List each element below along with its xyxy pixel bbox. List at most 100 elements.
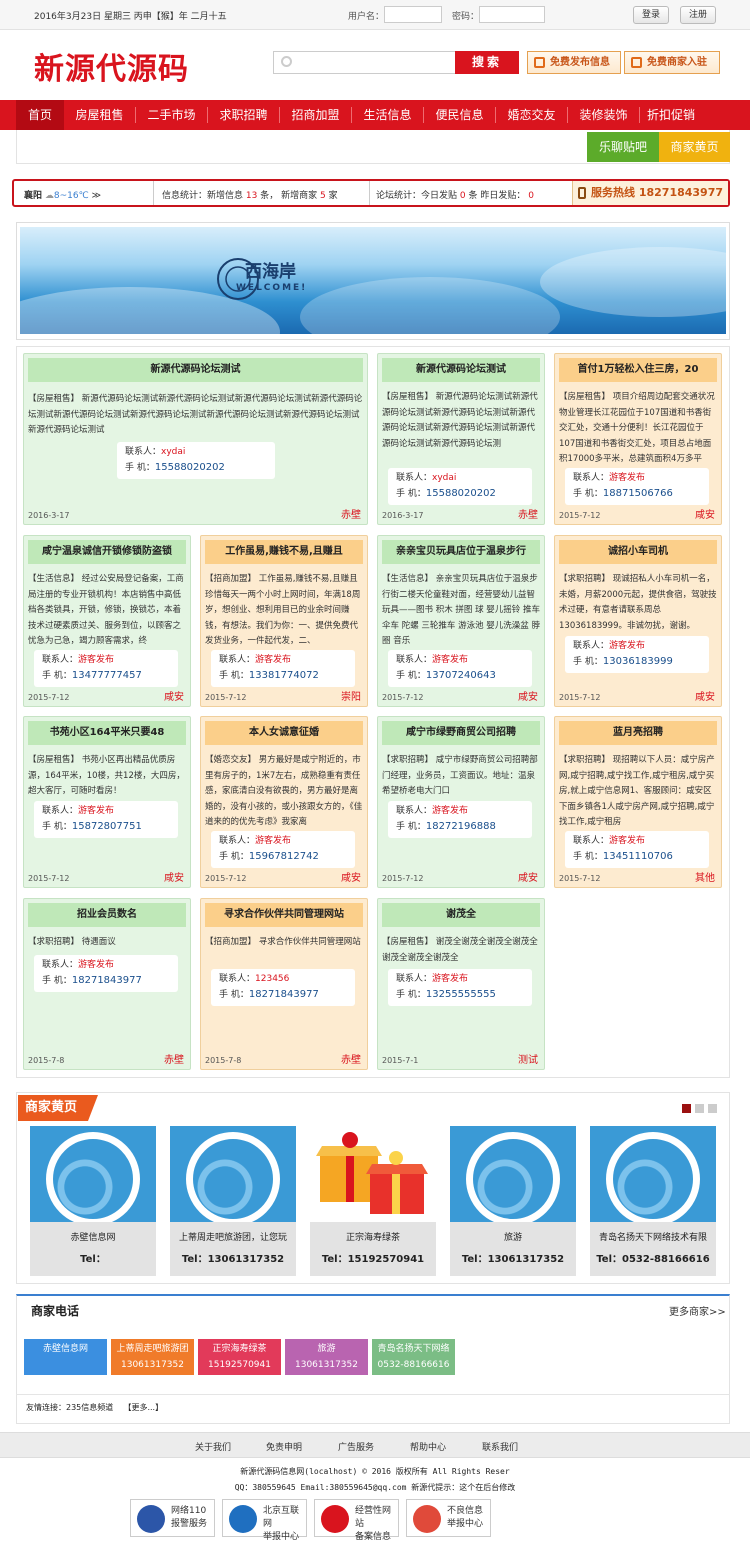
card-title[interactable]: 亲亲宝贝玩具店位于温泉步行 xyxy=(382,540,540,564)
nav-item-convenience[interactable]: 便民信息 xyxy=(424,100,495,130)
listing-card[interactable]: 招业会员数名 【求职招聘】 待遇面议 联系人：游客发布手 机：182718439… xyxy=(23,898,191,1070)
more-links[interactable]: 【更多...】 xyxy=(123,1403,163,1412)
badge-line: 举报中心 xyxy=(263,1532,300,1542)
phone-icon xyxy=(578,187,586,199)
card-title[interactable]: 诚招小车司机 xyxy=(559,540,717,564)
card-title[interactable]: 工作虽易,赚钱不易,且赚且 xyxy=(205,540,363,564)
listing-card[interactable]: 工作虽易,赚钱不易,且赚且 【招商加盟】 工作虽易,赚钱不易,且赚且珍惜每天一两… xyxy=(200,535,368,707)
search-button[interactable]: 搜索 xyxy=(455,51,519,74)
yellow-pages-button[interactable]: 商家黄页 xyxy=(659,132,730,162)
card-title[interactable]: 新源代源码论坛测试 xyxy=(382,358,540,382)
nav-item-life[interactable]: 生活信息 xyxy=(352,100,423,130)
phone-item[interactable]: 赤壁信息网 xyxy=(24,1339,107,1375)
merchant-join-button[interactable]: 免费商家入驻 xyxy=(624,51,720,74)
card-title[interactable]: 谢茂全 xyxy=(382,903,540,927)
password-input[interactable] xyxy=(479,6,545,23)
search-input[interactable] xyxy=(273,51,456,74)
merchant-name[interactable]: 赤壁信息网 xyxy=(30,1230,156,1243)
phone-item[interactable]: 青岛名扬天下网络 0532-88166616 xyxy=(372,1339,455,1375)
listing-card[interactable]: 新源代源码论坛测试 【房屋租售】 新源代源码论坛测试新源代源码论坛测试新源代源码… xyxy=(23,353,368,525)
badge-beijing[interactable]: 北京互联网 举报中心 xyxy=(222,1499,307,1542)
badge-police[interactable]: 网络110 报警服务 xyxy=(130,1499,215,1537)
merchant-card[interactable]: 正宗海寿绿茶 Tel：15192570941 xyxy=(310,1126,436,1276)
nav-item-housing[interactable]: 房屋租售 xyxy=(64,100,135,130)
listing-card[interactable]: 书苑小区164平米只要48 【房屋租售】 书苑小区再出精品优质房源，164平米，… xyxy=(23,716,191,888)
footer-link-ads[interactable]: 广告服务 xyxy=(338,1440,374,1453)
listing-card[interactable]: 首付1万轻松入住三房，20 【房屋租售】 项目介绍周边配套交通状况物业管理长江花… xyxy=(554,353,722,525)
report-icon xyxy=(413,1505,441,1533)
listing-card[interactable]: 蓝月亮招聘 【求职招聘】 现招聘以下人员：咸宁房产网,咸宁招聘,咸宁找工作,咸宁… xyxy=(554,716,722,888)
listing-card[interactable]: 本人女诚意征婚 【婚恋交友】 男方最好是咸宁附近的，市里有房子的，1米7左右，成… xyxy=(200,716,368,888)
card-title[interactable]: 本人女诚意征婚 xyxy=(205,721,363,745)
contact-name: 游客发布 xyxy=(432,655,469,665)
login-button[interactable]: 登录 xyxy=(633,6,669,24)
nav-item-franchise[interactable]: 招商加盟 xyxy=(280,100,351,130)
badge-icp[interactable]: 经营性网站 备案信息 xyxy=(314,1499,399,1542)
listing-card[interactable]: 谢茂全 【房屋租售】 谢茂全谢茂全谢茂全谢茂全谢茂全谢茂全谢茂全 联系人：游客发… xyxy=(377,898,545,1070)
listing-card[interactable]: 咸宁温泉诚信开锁修锁防盗锁 【生活信息】 经过公安局登记备案，工商局注册的专业开… xyxy=(23,535,191,707)
footer-link-about[interactable]: 关于我们 xyxy=(195,1440,231,1453)
card-title[interactable]: 招业会员数名 xyxy=(28,903,186,927)
footer-link-disclaimer[interactable]: 免责申明 xyxy=(266,1440,302,1453)
forum-button[interactable]: 乐聊贴吧 xyxy=(587,132,659,162)
card-title[interactable]: 首付1万轻松入住三房，20 xyxy=(559,358,717,382)
site-logo[interactable]: 新源代源码 xyxy=(34,44,189,88)
listing-card[interactable]: 咸宁市绿野商贸公司招聘 【求职招聘】 咸宁市绿野商贸公司招聘部门经理，业务员，工… xyxy=(377,716,545,888)
listing-card[interactable]: 诚招小车司机 【求职招聘】 现诚招私人小车司机一名，未婚，月薪2000元起，提供… xyxy=(554,535,722,707)
carousel-dot[interactable] xyxy=(708,1104,717,1113)
badge-report[interactable]: 不良信息 举报中心 xyxy=(406,1499,491,1537)
carousel-dot[interactable] xyxy=(682,1104,691,1113)
merchant-name[interactable]: 正宗海寿绿茶 xyxy=(310,1230,436,1243)
merchant-card[interactable]: 赤壁信息网 Tel： xyxy=(30,1126,156,1276)
contact-phone: 15588020202 xyxy=(154,462,225,473)
card-title[interactable]: 新源代源码论坛测试 xyxy=(28,358,363,382)
footer-link-help[interactable]: 帮助中心 xyxy=(410,1440,446,1453)
merchant-name[interactable]: 旅游 xyxy=(450,1230,576,1243)
merchant-card[interactable]: 旅游 Tel：13061317352 xyxy=(450,1126,576,1276)
card-contact: 联系人：游客发布手 机：18871506766 xyxy=(565,468,709,505)
nav-item-jobs[interactable]: 求职招聘 xyxy=(208,100,279,130)
free-post-button[interactable]: 免费发布信息 xyxy=(527,51,621,74)
weather-more-icon: ≫ xyxy=(91,191,102,201)
phone-label: 手 机： xyxy=(42,976,72,986)
badge-line: 不良信息 xyxy=(447,1506,484,1516)
friend-link[interactable]: 235信息频道 xyxy=(66,1403,113,1412)
merchant-name[interactable]: 上蒂周走吧旅游团，让您玩 xyxy=(170,1230,296,1243)
listing-card[interactable]: 亲亲宝贝玩具店位于温泉步行 【生活信息】 亲亲宝贝玩具店位于温泉步行街二楼天伦童… xyxy=(377,535,545,707)
card-date: 2015-7-12 xyxy=(205,874,247,883)
contact-name: 123456 xyxy=(255,974,290,984)
weather-widget[interactable]: 襄阳 ☁8~16℃ ≫ xyxy=(24,188,101,201)
contact-label: 联系人： xyxy=(42,655,79,665)
card-title[interactable]: 蓝月亮招聘 xyxy=(559,721,717,745)
card-title[interactable]: 咸宁温泉诚信开锁修锁防盗锁 xyxy=(28,540,186,564)
card-title[interactable]: 咸宁市绿野商贸公司招聘 xyxy=(382,721,540,745)
phone-item[interactable]: 旅游 13061317352 xyxy=(285,1339,368,1375)
nav-item-secondhand[interactable]: 二手市场 xyxy=(136,100,207,130)
free-post-label: 免费发布信息 xyxy=(550,57,610,68)
listing-card[interactable]: 新源代源码论坛测试 【房屋租售】 新源代源码论坛测试新源代源码论坛测试新源代源码… xyxy=(377,353,545,525)
nav-item-dating[interactable]: 婚恋交友 xyxy=(496,100,567,130)
register-button[interactable]: 注册 xyxy=(680,6,716,24)
footer-link-contact[interactable]: 联系我们 xyxy=(482,1440,518,1453)
card-title[interactable]: 书苑小区164平米只要48 xyxy=(28,721,186,745)
card-location: 赤壁 xyxy=(164,1055,184,1066)
unit-label: 家 xyxy=(328,191,338,201)
carousel-dot[interactable] xyxy=(695,1104,704,1113)
phone-item[interactable]: 正宗海寿绿茶 15192570941 xyxy=(198,1339,281,1375)
merchant-name[interactable]: 青岛名扬天下网络技术有限 xyxy=(590,1230,716,1243)
nav-item-decoration[interactable]: 装修装饰 xyxy=(568,100,639,130)
merchant-card[interactable]: 青岛名扬天下网络技术有限 Tel：0532-88166616 xyxy=(590,1126,716,1276)
more-merchants-link[interactable]: 更多商家>> xyxy=(669,1303,726,1318)
phone-item[interactable]: 上蒂周走吧旅游团 13061317352 xyxy=(111,1339,194,1375)
phone-item-tel: 15192570941 xyxy=(208,1360,271,1370)
card-body: 【房屋租售】 新源代源码论坛测试新源代源码论坛测试新源代源码论坛测试新源代源码论… xyxy=(382,392,538,449)
listing-card[interactable]: 寻求合作伙伴共同管理网站 【招商加盟】 寻求合作伙伴共同管理网站 联系人：123… xyxy=(200,898,368,1070)
nav-item-home[interactable]: 首页 xyxy=(16,100,64,130)
merchant-logo xyxy=(450,1126,576,1222)
username-input[interactable] xyxy=(384,6,442,23)
nav-item-discount[interactable]: 折扣促销 xyxy=(640,100,702,130)
card-title[interactable]: 寻求合作伙伴共同管理网站 xyxy=(205,903,363,927)
carousel-dots[interactable] xyxy=(678,1104,717,1116)
banner-image[interactable]: 西海岸 WELCOME! xyxy=(20,227,726,334)
merchant-card[interactable]: 上蒂周走吧旅游团，让您玩 Tel：13061317352 xyxy=(170,1126,296,1276)
